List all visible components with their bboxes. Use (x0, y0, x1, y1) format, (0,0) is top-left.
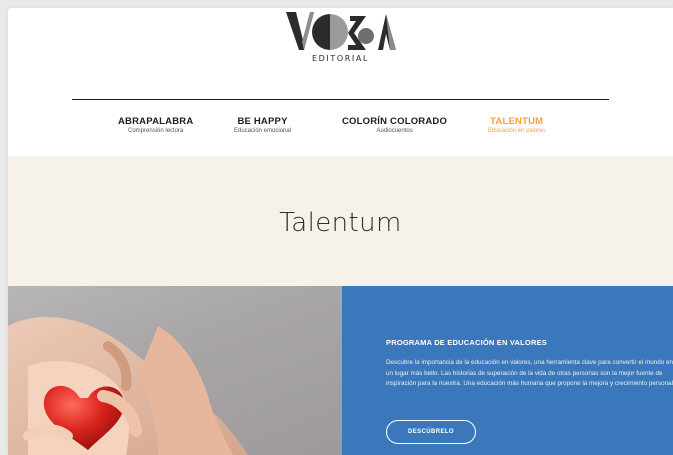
hero-image (8, 286, 342, 455)
main-nav: ABRAPALABRA Comprensión lectora BE HAPPY… (104, 116, 584, 146)
nav-item-title: ABRAPALABRA (118, 116, 194, 127)
hero-panel: PROGRAMA DE EDUCACIÓN EN VALORES Descubr… (342, 286, 673, 455)
nav-item-subtitle: Comprensión lectora (128, 128, 184, 134)
nav-item-title: BE HAPPY (237, 116, 288, 127)
nav-item-title: TALENTUM (490, 116, 544, 127)
nav-item-abrapalabra[interactable]: ABRAPALABRA Comprensión lectora (118, 116, 193, 134)
nav-item-colorin-colorado[interactable]: COLORÍN COLORADO Audiocuentos (342, 116, 447, 134)
nav-item-subtitle: Educación en valores (488, 128, 546, 134)
nav-item-be-happy[interactable]: BE HAPPY Educación emocional (234, 116, 291, 134)
program-heading: PROGRAMA DE EDUCACIÓN EN VALORES (386, 338, 547, 347)
discover-button[interactable]: DESCÚBRELO (386, 420, 476, 444)
title-band: Talentum (8, 156, 673, 286)
brand-logo-icon (286, 12, 396, 50)
program-description: Descubre la importancia de la educación … (386, 359, 673, 388)
brand-subtitle: EDITORIAL (311, 54, 369, 63)
nav-item-subtitle: Educación emocional (234, 128, 292, 134)
nav-item-title: COLORÍN COLORADO (342, 116, 448, 127)
nav-item-subtitle: Audiocuentos (376, 128, 413, 134)
header-logo[interactable]: EDITORIAL (8, 8, 673, 72)
nav-item-talentum[interactable]: TALENTUM Educación en valores (488, 116, 545, 134)
nav-divider (72, 99, 609, 100)
page-title: Talentum (279, 208, 402, 238)
hands-heart-icon (8, 317, 248, 455)
page: EDITORIAL ABRAPALABRA Comprensión lector… (8, 8, 673, 455)
